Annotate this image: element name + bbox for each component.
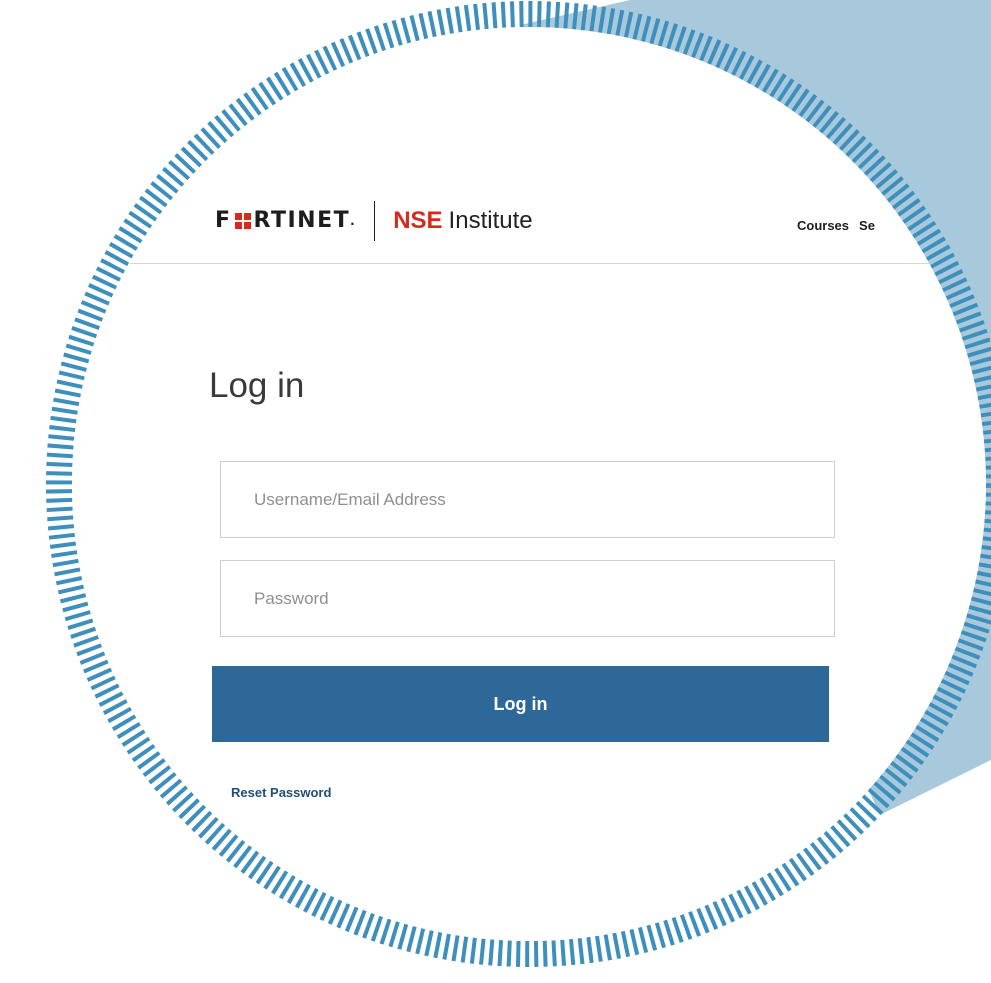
top-nav: Courses Se [797,218,875,233]
logo-letter-f: F [215,208,232,233]
reset-password-link[interactable]: Reset Password [231,785,331,800]
page-title: Log in [209,366,305,405]
logo-dot: . [350,214,357,228]
fortinet-logo: F RTINET . [215,209,356,233]
logo-letters-rtinet: RTINET [253,208,351,233]
header-divider [130,263,986,264]
login-button[interactable]: Log in [212,666,829,742]
fortinet-grid-icon [234,213,251,229]
institute-label: Institute [448,207,533,234]
nse-mark: NSE [393,207,443,234]
username-field [220,461,835,538]
login-page: F RTINET . NSE Institute Courses Se Log … [72,27,986,941]
password-field [220,560,835,637]
magnifier-lens: F RTINET . NSE Institute Courses Se Log … [72,27,986,941]
screenshot-stage: F RTINET . NSE Institute Courses Se Log … [0,0,991,983]
username-input[interactable] [221,462,834,537]
password-input[interactable] [221,561,834,636]
brand-divider [374,201,376,241]
brand-header[interactable]: F RTINET . NSE Institute [215,198,533,244]
nav-courses[interactable]: Courses [797,218,849,233]
nav-item-partial[interactable]: Se [859,218,875,233]
